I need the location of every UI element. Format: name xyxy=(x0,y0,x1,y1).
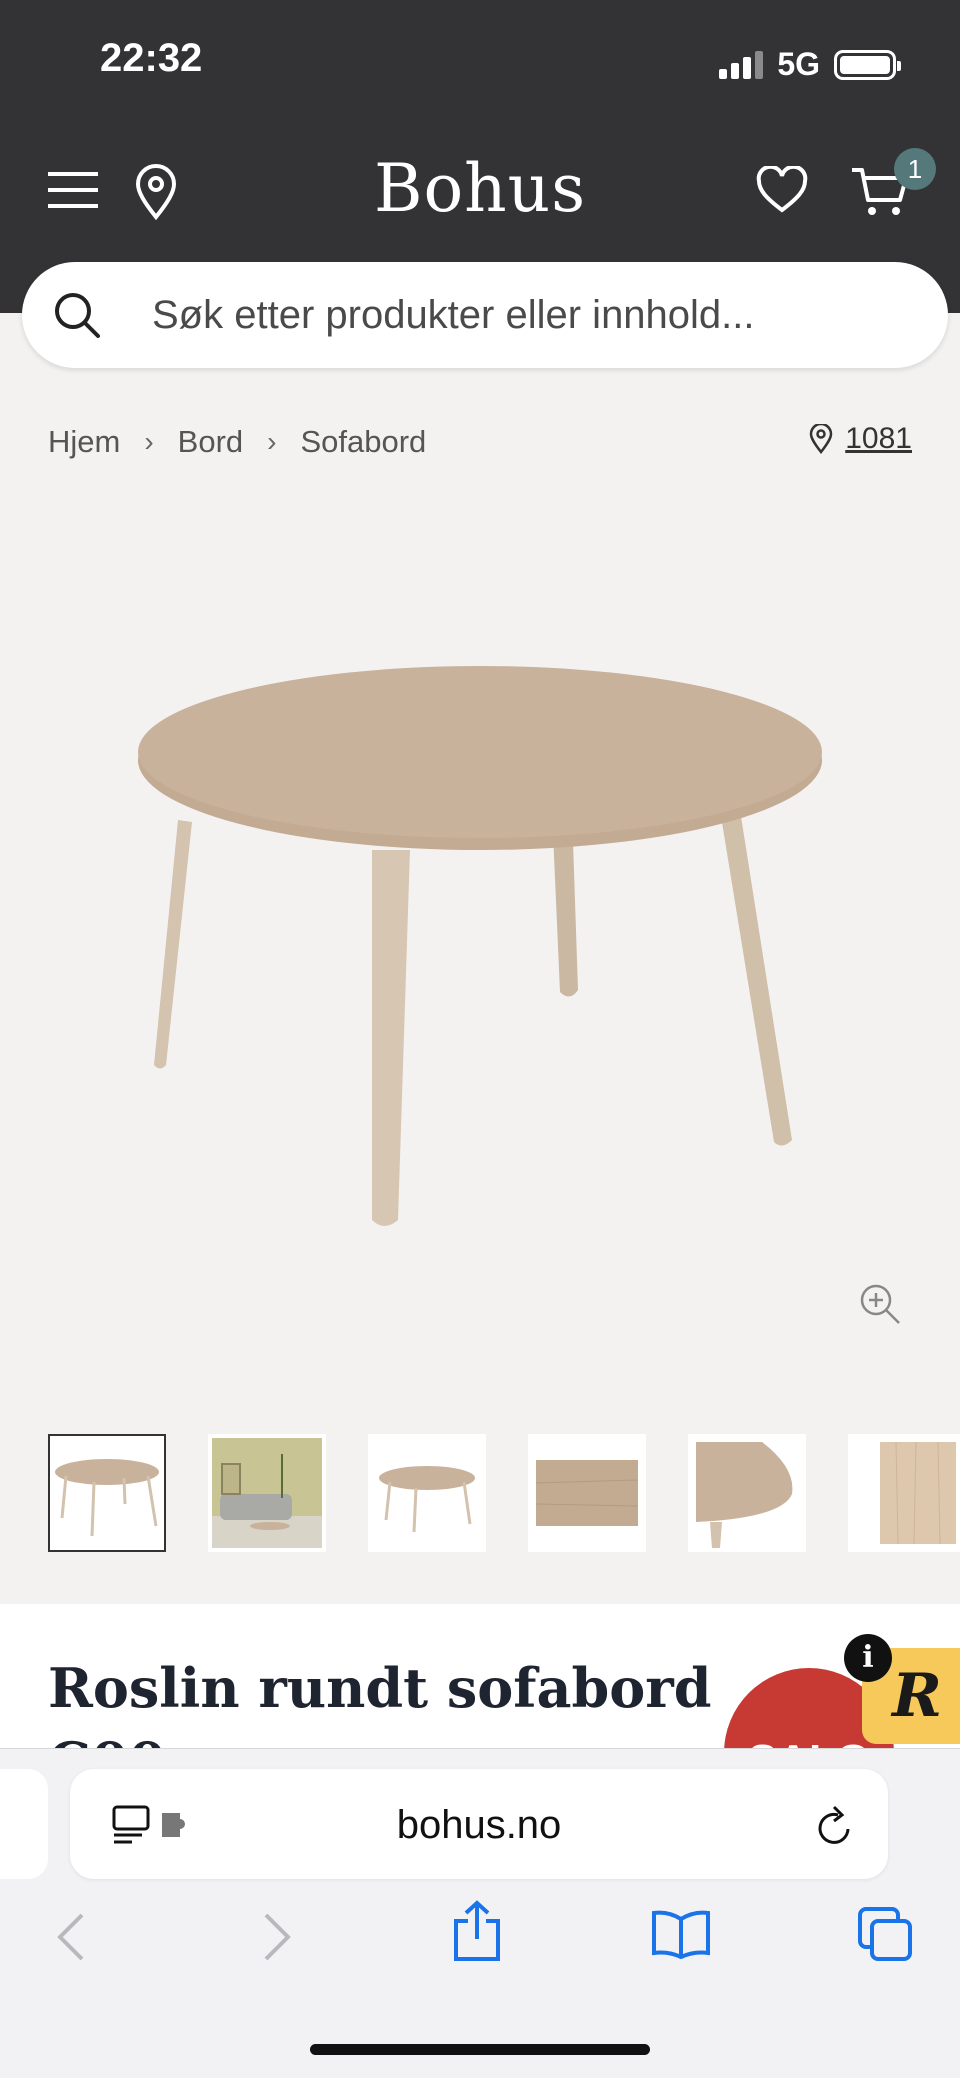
table-leg xyxy=(372,850,410,1226)
breadcrumb-item-bord[interactable]: Bord xyxy=(178,424,243,460)
thumb-table-icon xyxy=(55,1459,159,1537)
status-time: 22:32 xyxy=(100,36,203,80)
thumb-table-icon xyxy=(379,1466,475,1533)
search-input[interactable] xyxy=(152,292,852,338)
brand-logo[interactable]: Bohus xyxy=(0,150,960,227)
breadcrumb-item-hjem[interactable]: Hjem xyxy=(48,424,120,460)
breadcrumb-separator: › xyxy=(144,426,154,457)
table-leg xyxy=(720,810,792,1146)
thumbnail-6[interactable] xyxy=(848,1434,960,1552)
thumbnail-5[interactable] xyxy=(688,1434,806,1552)
store-number[interactable]: 1081 xyxy=(845,422,912,456)
thumb-wood-texture-icon xyxy=(880,1441,956,1545)
table-top-surface xyxy=(138,666,822,838)
product-info: Roslin rundt sofabord C00 SALG R i xyxy=(0,1604,960,1750)
forward-icon[interactable] xyxy=(262,1911,292,1963)
thumbnail-strip xyxy=(48,1434,960,1552)
product-image[interactable] xyxy=(100,640,860,1240)
network-label: 5G xyxy=(777,46,820,82)
signal-icon xyxy=(719,50,764,79)
cart-count-badge: 1 xyxy=(894,148,936,190)
table-leg xyxy=(154,820,192,1069)
search-icon xyxy=(55,293,100,338)
breadcrumb-item-sofabord[interactable]: Sofabord xyxy=(300,424,426,460)
search-bar[interactable] xyxy=(22,262,948,368)
address-bar[interactable]: bohus.no xyxy=(70,1769,888,1879)
wishlist-heart-icon[interactable] xyxy=(756,166,808,214)
store-selector[interactable]: 1081 xyxy=(809,422,912,456)
breadcrumb: Hjem › Bord › Sofabord xyxy=(48,424,426,460)
zoom-in-icon[interactable] xyxy=(858,1282,902,1326)
back-icon[interactable] xyxy=(56,1911,86,1963)
thumbnail-2[interactable] xyxy=(208,1434,326,1552)
status-indicators: 5G xyxy=(719,46,901,83)
product-title: Roslin rundt sofabord xyxy=(48,1656,712,1720)
home-indicator xyxy=(310,2044,650,2055)
product-price: C00 xyxy=(48,1730,166,1750)
share-icon[interactable] xyxy=(452,1899,502,1963)
thumbnail-3[interactable] xyxy=(368,1434,486,1552)
store-location-icon xyxy=(809,424,833,454)
thumbnail-1[interactable] xyxy=(48,1434,166,1552)
reload-icon[interactable] xyxy=(816,1803,856,1847)
thumb-living-room-icon xyxy=(212,1438,322,1548)
thumbnail-4[interactable] xyxy=(528,1434,646,1552)
previous-tab-peek[interactable] xyxy=(0,1769,48,1879)
bookmarks-icon[interactable] xyxy=(650,1909,712,1959)
thumb-table-edge-icon xyxy=(696,1442,793,1548)
thumb-wood-top-icon xyxy=(535,1460,639,1526)
browser-toolbar: bohus.no xyxy=(0,1748,960,2078)
tabs-icon[interactable] xyxy=(856,1905,914,1963)
battery-icon xyxy=(834,49,901,80)
info-icon[interactable]: i xyxy=(844,1634,892,1682)
url-text[interactable]: bohus.no xyxy=(70,1803,888,1848)
breadcrumb-separator: › xyxy=(267,426,277,457)
